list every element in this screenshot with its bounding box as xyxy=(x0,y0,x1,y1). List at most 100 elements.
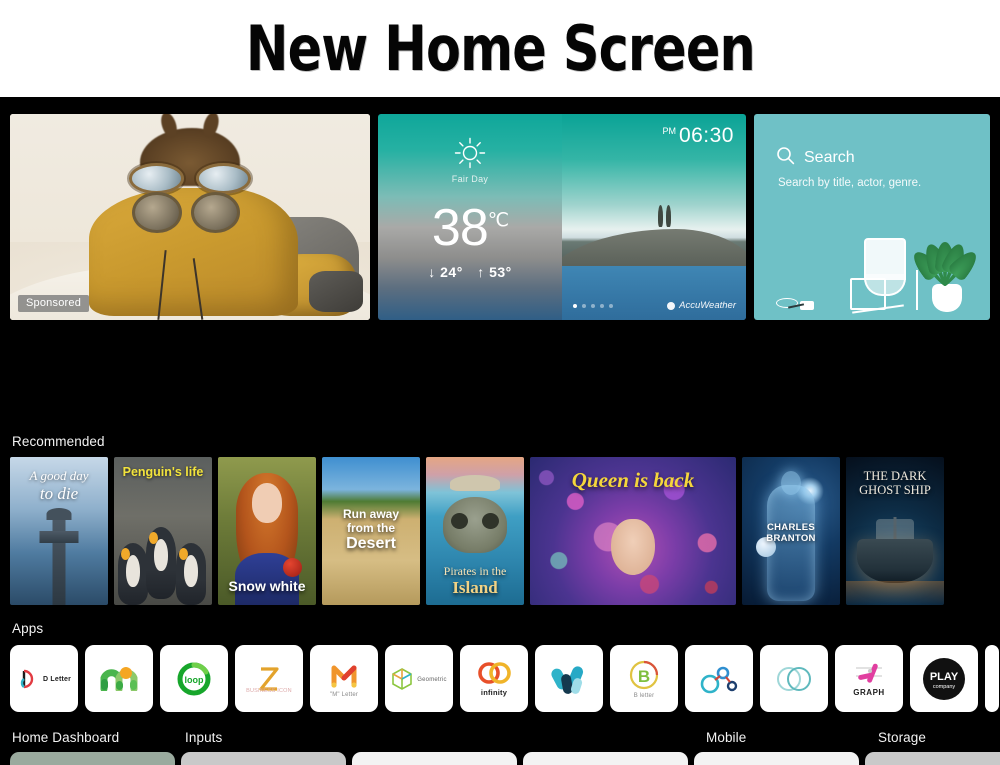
apps-label: Apps xyxy=(12,621,44,636)
tile-title: Penguin's life xyxy=(122,465,204,479)
carousel-dot-4[interactable] xyxy=(600,304,605,308)
recommended-tile-run-away-from-the-desert[interactable]: Run away from the Desert xyxy=(322,457,420,605)
clock: PM 06:30 xyxy=(662,124,734,148)
app-graph[interactable]: GRAPH xyxy=(835,645,903,712)
tile-title: CHARLES BRANTON xyxy=(766,522,816,544)
face-shape xyxy=(252,483,282,523)
app-z-business[interactable]: BUSINESS ICON xyxy=(235,645,303,712)
loop-ring-icon: loop xyxy=(175,660,213,698)
title-band: New Home Screen xyxy=(0,0,1000,97)
search-card[interactable]: Search Search by title, actor, genre. xyxy=(754,114,990,320)
penguin-2 xyxy=(146,527,176,599)
app-caption: BUSINESS ICON xyxy=(246,688,292,694)
recommended-label: Recommended xyxy=(12,434,105,449)
recommended-tile-the-dark-ghost-ship[interactable]: THE DARK GHOST SHIP xyxy=(846,457,944,605)
overlap-circles-icon xyxy=(774,664,814,694)
tile-title: Queen is back xyxy=(571,468,695,492)
sponsored-banner[interactable]: Sponsored xyxy=(10,114,370,320)
sun-icon xyxy=(453,136,487,170)
weather-condition: Fair Day xyxy=(451,174,489,184)
app-caption: D Letter xyxy=(42,676,72,683)
water-reflection xyxy=(846,581,944,605)
usb-card[interactable]: PQ | USB Flash USB1 xyxy=(865,752,1000,765)
cross-icon xyxy=(39,508,79,605)
app-m-letter[interactable]: "M" Letter xyxy=(310,645,378,712)
clock-time: 06:30 xyxy=(678,124,734,147)
recommended-tile-charles-branton[interactable]: CHARLES BRANTON xyxy=(742,457,840,605)
tile-title: THE DARK GHOST SHIP xyxy=(846,469,944,498)
accuweather-label: AccuWeather xyxy=(679,300,736,311)
svg-text:PLAY: PLAY xyxy=(930,671,959,683)
recommended-tile-pirates-in-the-island[interactable]: Pirates in the Island xyxy=(426,457,524,605)
app-m-logo[interactable] xyxy=(85,645,153,712)
binocular-right xyxy=(190,192,241,234)
app-infinity[interactable]: infinity xyxy=(460,645,528,712)
recommended-row: A good day to die Penguin's life Snow wh… xyxy=(10,457,944,605)
carousel-dots[interactable] xyxy=(573,304,614,308)
pills-icon xyxy=(550,662,588,696)
tile-title-line2: Desert xyxy=(346,535,396,553)
recommended-tile-penguins-life[interactable]: Penguin's life xyxy=(114,457,212,605)
app-caption: B letter xyxy=(633,692,655,699)
svg-text:company: company xyxy=(933,684,956,690)
search-placeholder: Search by title, actor, genre. xyxy=(778,177,922,189)
graph-bars-icon xyxy=(850,660,888,686)
recommended-tile-a-good-day-to-die[interactable]: A good day to die xyxy=(10,457,108,605)
app-d-letter[interactable]: D Letter xyxy=(10,645,78,712)
network-node-icon xyxy=(699,662,739,696)
tv-home-screen: Sponsored Fair Day 38℃ ↓ 24° ↑ 53° PM 06… xyxy=(0,97,1000,765)
b-letter-icon: B xyxy=(628,659,660,691)
home-dashboard-card[interactable]: Home Dashboard powered by ThinQ AI xyxy=(10,752,175,765)
group-label-storage: Storage xyxy=(878,730,926,745)
group-label-home-dashboard: Home Dashboard xyxy=(12,730,120,745)
app-play-company[interactable]: PLAY company xyxy=(910,645,978,712)
tile-title-line1: Pirates in the xyxy=(443,563,507,578)
weather-hi-lo: ↓ 24° ↑ 53° xyxy=(378,264,562,280)
accuweather-brand: AccuWeather xyxy=(667,300,736,311)
carousel-dot-5[interactable] xyxy=(609,304,614,308)
recommended-tile-snow-white[interactable]: Snow white xyxy=(218,457,316,605)
cube-icon xyxy=(391,667,413,691)
live-tv-card[interactable]: Live TV Antenna xyxy=(181,752,346,765)
apps-row: D Letter loop BUSINESS ICON "M" Letter G… xyxy=(10,645,999,712)
search-header[interactable]: Search xyxy=(776,146,855,170)
goggle-right xyxy=(196,163,252,195)
weather-temperature: 38℃ xyxy=(378,202,562,254)
apple-icon xyxy=(283,558,302,577)
tile-title: Run away from the Desert xyxy=(322,507,420,554)
penguin-1 xyxy=(118,543,148,605)
app-circles[interactable] xyxy=(760,645,828,712)
play-circle-icon: PLAY company xyxy=(921,656,967,702)
app-partial[interactable] xyxy=(985,645,999,712)
app-geometric[interactable]: Geometric xyxy=(385,645,453,712)
plant-pot xyxy=(932,284,962,312)
app-caption: Geometric xyxy=(417,676,447,683)
app-pills[interactable] xyxy=(535,645,603,712)
dashboard-row: Home Dashboard powered by ThinQ AI Live … xyxy=(10,752,1000,765)
search-icon xyxy=(776,146,795,170)
iphone-card[interactable]: Teneo's iPhone Connected xyxy=(694,752,859,765)
infinity-icon xyxy=(476,660,512,686)
plant-illustration xyxy=(914,226,976,312)
app-loop[interactable]: loop xyxy=(160,645,228,712)
weather-info-panel: Fair Day 38℃ ↓ 24° ↑ 53° xyxy=(378,114,562,320)
clock-ampm: PM xyxy=(662,126,676,136)
temp-unit: ℃ xyxy=(487,210,509,232)
weather-card[interactable]: Fair Day 38℃ ↓ 24° ↑ 53° PM 06:30 AccuWea… xyxy=(378,114,746,320)
tile-title: Pirates in the Island xyxy=(426,563,524,597)
pc-card[interactable]: PC HDMI1 xyxy=(352,752,517,765)
penguin-3 xyxy=(176,543,206,605)
app-network[interactable] xyxy=(685,645,753,712)
app-b-letter[interactable]: B B letter xyxy=(610,645,678,712)
tile-title: Snow white xyxy=(228,578,306,595)
binoculars-icon xyxy=(132,192,241,234)
tree-1 xyxy=(657,204,663,227)
recommended-tile-queen-is-back[interactable]: Queen is back xyxy=(530,457,736,605)
temp-value: 38 xyxy=(431,199,489,257)
carousel-dot-2[interactable] xyxy=(582,304,587,308)
trees-icon xyxy=(657,204,671,227)
carousel-dot-3[interactable] xyxy=(591,304,596,308)
carousel-dot-1[interactable] xyxy=(573,304,578,308)
group-label-inputs: Inputs xyxy=(185,730,223,745)
air-purifier-card[interactable]: LG ThinQ Air Purifier Baby Care xyxy=(523,752,688,765)
